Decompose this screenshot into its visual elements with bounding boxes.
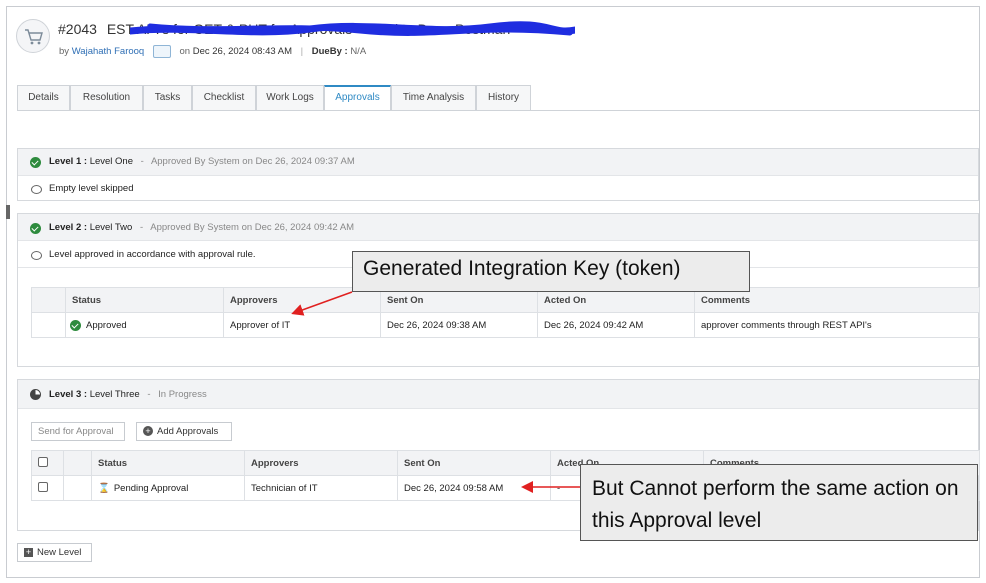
arrow-to-approver (291, 291, 353, 316)
annotation-arrows (291, 291, 580, 493)
